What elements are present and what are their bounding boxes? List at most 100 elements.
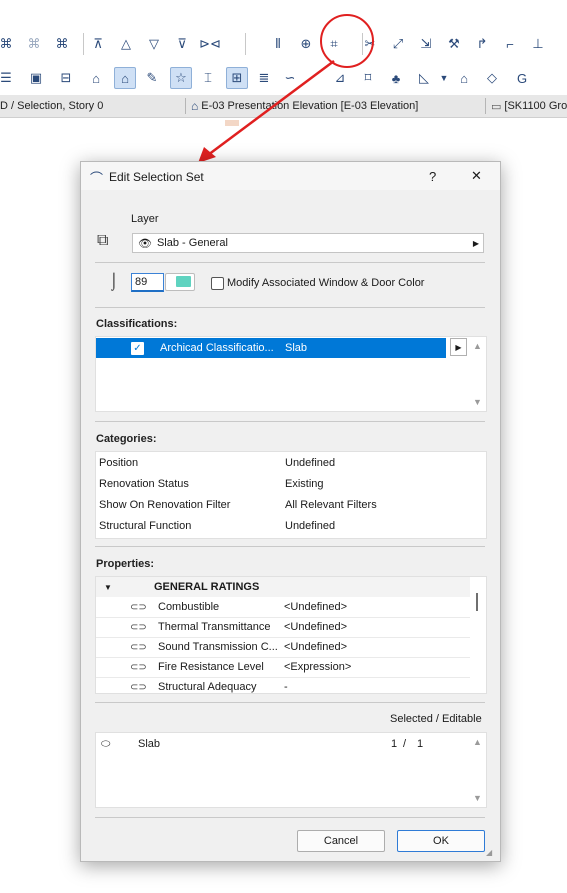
shape-icon[interactable]: ⌂ [86,68,106,88]
resize-icon[interactable]: ⤢ [388,34,408,54]
property-value: - [284,681,288,693]
toolbar-row-1: ⌘ ⌘ ⌘ ⊼ △ ▽ ⊽ ⊳⊲ ⫴ ⊕ ⌗ ✂ ⤢ ⇲ ⚒ ↱ ⌐ ⊥ [0,33,567,55]
dialog-title: Edit Selection Set [109,170,204,184]
house-icon[interactable]: ⌂ [454,68,474,88]
layer-value: Slab - General [156,237,228,249]
properties-scrollbar[interactable] [476,593,478,611]
grid-icon[interactable]: G [512,68,532,88]
dialog-title-bar: ⌒ Edit Selection Set ? ✕ [81,162,500,190]
classification-name: Archicad Classificatio... [160,342,274,354]
close-button[interactable]: ✕ [471,168,482,184]
classifications-header: Classifications: [96,318,178,330]
editable-count: 1 [417,738,424,750]
count-separator: / [403,738,407,750]
link-icon: ⊂⊃ [130,661,147,673]
stretch-icon[interactable]: ⇲ [416,34,436,54]
bring-forward-icon[interactable]: △ [116,34,136,54]
modify-color-checkbox[interactable] [211,277,224,290]
roof-icon[interactable]: ◺ [414,68,434,88]
classification-checkbox[interactable]: ✓ [131,341,144,355]
toolbar-divider [245,33,246,55]
tab-selection-story[interactable]: D / Selection, Story 0 [0,95,184,117]
property-row[interactable]: ⊂⊃ Combustible <Undefined> [96,597,470,618]
elevation-icon[interactable]: ⊥ [528,34,548,54]
star-icon[interactable]: ☆ [170,67,192,89]
classification-row[interactable]: ✓ Archicad Classificatio... Slab [96,338,446,358]
eye-icon: 👁 [138,237,152,250]
divider [95,546,485,547]
layer-select[interactable]: 👁 Slab - General ▶ [132,233,484,253]
selection-row[interactable]: ⬭ Slab 1 / 1 [96,734,466,754]
category-row[interactable]: Renovation Status Existing [96,474,486,494]
dropdown-arrow-icon[interactable]: ▼ [438,68,450,88]
divider [95,702,485,703]
scroll-down-arrow[interactable]: ▼ [473,793,482,803]
adjust-icon[interactable]: ⚒ [444,34,464,54]
layers-icon[interactable]: ☰ [0,68,16,88]
ok-label: OK [433,835,449,847]
category-row[interactable]: Position Undefined [96,453,486,473]
suspend-groups-icon[interactable]: ⌘ [52,34,72,54]
link-icon: ⊂⊃ [130,681,147,693]
property-row[interactable]: ⊂⊃ Fire Resistance Level <Expression> [96,657,470,678]
property-name: Sound Transmission C... [158,641,278,653]
pen-number-input[interactable]: 89 [131,273,164,292]
tab-label: [SK1100 Gro [504,100,567,112]
property-row[interactable]: ⊂⊃ Thermal Transmittance <Undefined> [96,617,470,638]
property-name: Fire Resistance Level [158,661,264,673]
reset-order-icon[interactable]: ⊳⊲ [199,34,221,54]
property-value: <Undefined> [284,621,347,633]
floor-icon[interactable]: ⊟ [56,68,76,88]
layer-label: Layer [131,213,159,225]
shape-active-icon[interactable]: ⌂ [114,67,136,89]
category-name: Structural Function [99,520,192,532]
fillet-icon[interactable]: ↱ [472,34,492,54]
selection-set-icon: ⌒ [90,171,104,186]
modify-color-label: Modify Associated Window & Door Color [227,277,425,289]
tab-sheet[interactable]: ▭ [SK1100 Gro [491,95,567,117]
category-value: Undefined [285,457,336,469]
tree-icon[interactable]: ♣ [386,68,406,88]
cancel-label: Cancel [323,835,359,847]
edit-shape-icon[interactable]: ✎ [142,68,162,88]
resize-grip-icon[interactable]: ◢ [486,848,492,857]
classification-value: Slab [285,342,308,354]
annotation-arrow [198,59,335,163]
category-row[interactable]: Structural Function Undefined [96,516,486,536]
category-row[interactable]: Show On Renovation Filter All Relevant F… [96,495,486,515]
orbit-icon[interactable]: ⊕ [296,34,316,54]
selection-name: Slab [138,738,161,750]
divider [95,262,485,263]
scroll-up-arrow[interactable]: ▲ [473,737,482,747]
selection-panel: ⬭ Slab 1 / 1 ▲ ▼ [95,732,487,808]
tab-divider [185,98,186,114]
display-icon[interactable]: ▣ [26,68,46,88]
group-icon[interactable]: ⌘ [0,34,16,54]
align-icon[interactable]: ⫴ [268,34,288,54]
scroll-up-arrow[interactable]: ▲ [473,341,482,351]
help-button[interactable]: ? [429,169,436,184]
ok-button[interactable]: OK [397,830,485,852]
link-icon: ⊂⊃ [130,601,147,613]
classification-expand-button[interactable]: ▶ [450,338,467,356]
intersect-icon[interactable]: ⌐ [500,34,520,54]
property-name: Structural Adequacy [158,681,257,693]
pen-color-swatch[interactable] [165,273,195,291]
property-name: Combustible [158,601,220,613]
send-to-back-icon[interactable]: ⊽ [172,34,192,54]
cancel-button[interactable]: Cancel [297,830,385,852]
send-backward-icon[interactable]: ▽ [144,34,164,54]
ungroup-icon[interactable]: ⌘ [24,34,44,54]
bring-to-front-icon[interactable]: ⊼ [88,34,108,54]
categories-panel: Position Undefined Renovation Status Exi… [95,451,487,539]
link-icon: ⊂⊃ [130,641,147,653]
label-icon[interactable]: ◇ [482,68,502,88]
tag-icon[interactable]: ⌑ [358,68,378,88]
property-group-row[interactable]: ▼ GENERAL RATINGS [96,577,470,597]
chevron-right-icon: ▶ [472,238,479,248]
property-row[interactable]: ⊂⊃ Sound Transmission C... <Undefined> [96,637,470,658]
property-row[interactable]: ⊂⊃ Structural Adequacy - [96,677,470,693]
scroll-down-arrow[interactable]: ▼ [473,397,482,407]
category-value: Undefined [285,520,336,532]
property-value: <Undefined> [284,601,347,613]
